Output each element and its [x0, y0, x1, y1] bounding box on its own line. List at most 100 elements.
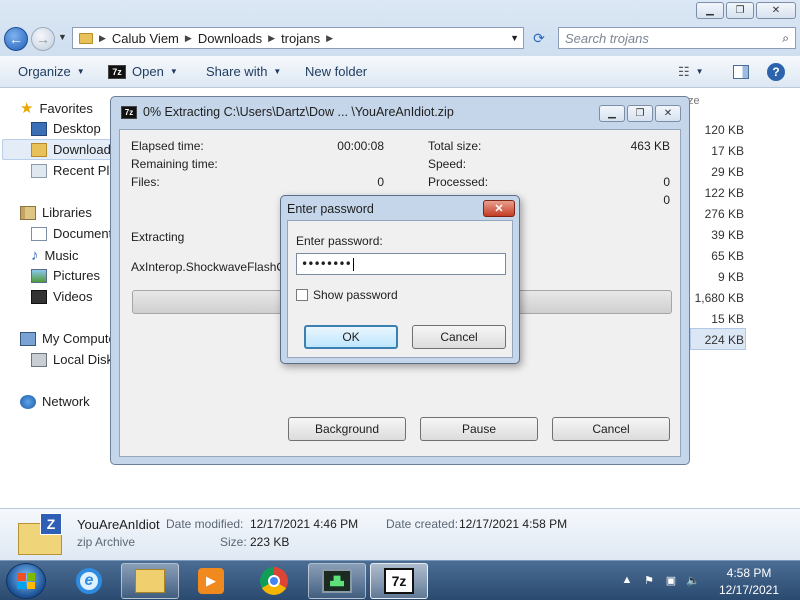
file-size[interactable]: 9 KB	[718, 270, 744, 284]
help-button[interactable]: ?	[767, 62, 785, 81]
chevron-right-icon[interactable]: ▶	[268, 33, 275, 44]
new-folder-button[interactable]: New folder	[305, 64, 367, 79]
file-size[interactable]: 65 KB	[711, 249, 744, 263]
explorer-titlebar: ▁ ❐ ✕ ← → ▼ ▶ Calub Viem ▶ Downloads ▶ t…	[0, 0, 800, 56]
nav-label: Documents	[53, 226, 119, 241]
nav-item-pictures[interactable]: Pictures	[31, 268, 100, 283]
breadcrumb-trojans[interactable]: trojans	[281, 31, 320, 46]
cancel-extract-button[interactable]: Cancel	[552, 417, 670, 441]
preview-pane-icon	[733, 64, 749, 79]
action-center-flag-icon[interactable]: ⚑	[642, 573, 656, 587]
processed-value: 0	[663, 175, 670, 189]
nav-label: Downloads	[53, 142, 118, 157]
maximize-button[interactable]: ❐	[627, 105, 653, 122]
change-view-button[interactable]: ☷ ▼	[678, 64, 704, 80]
file-size[interactable]: 17 KB	[711, 144, 744, 158]
nav-item-local-disk[interactable]: Local Disk (	[31, 352, 121, 367]
current-file-name: AxInterop.ShockwaveFlashObje	[131, 260, 302, 274]
nav-item-network[interactable]: Network	[20, 394, 90, 409]
forward-button[interactable]: →	[31, 27, 55, 51]
nav-item-computer[interactable]: My Compute	[20, 331, 116, 346]
chevron-down-icon: ▼	[273, 67, 282, 76]
new-folder-label: New folder	[305, 64, 368, 79]
refresh-icon: ⟳	[533, 29, 545, 46]
file-size[interactable]: 120 KB	[705, 123, 744, 137]
file-size[interactable]: 224 KB	[705, 333, 744, 347]
password-input[interactable]: ••••••••	[296, 253, 506, 275]
start-button[interactable]	[6, 563, 46, 599]
ok-button[interactable]: OK	[304, 325, 398, 349]
folder-icon	[79, 32, 93, 44]
preview-pane-button[interactable]	[733, 64, 749, 79]
network-icon	[20, 394, 36, 409]
file-size[interactable]: 15 KB	[711, 312, 744, 326]
password-dialog-title: Enter password	[287, 202, 374, 216]
search-icon[interactable]: ⌕	[782, 31, 789, 46]
taskbar-task-monitor[interactable]: ▟▙	[308, 563, 366, 599]
address-bar[interactable]: ▶ Calub Viem ▶ Downloads ▶ trojans ▶ ▼	[72, 27, 524, 49]
speed-label: Speed:	[428, 157, 467, 171]
search-input[interactable]: Search trojans ⌕	[558, 27, 796, 49]
taskbar-7zip[interactable]: 7z	[370, 563, 428, 599]
close-button[interactable]: ✕	[483, 200, 515, 217]
volume-icon[interactable]: 🔈	[686, 573, 700, 587]
taskbar-internet-explorer[interactable]: e	[60, 563, 118, 599]
back-button[interactable]: ←	[4, 27, 28, 51]
taskbar-chrome[interactable]	[245, 563, 303, 599]
show-hidden-icons-icon[interactable]: ▲	[620, 573, 634, 587]
arrow-left-icon: ←	[9, 31, 23, 47]
total-size-label: Total size:	[428, 139, 482, 153]
close-button[interactable]: ✕	[756, 2, 796, 19]
nav-item-downloads[interactable]: Downloads	[31, 142, 117, 157]
network-status-icon[interactable]: ▣	[664, 573, 678, 587]
nav-item-favorites[interactable]: ★ Favorites	[20, 99, 93, 117]
dialog-titlebar: 7z 0% Extracting C:\Users\Dartz\Dow ... …	[121, 105, 454, 119]
file-size[interactable]: 29 KB	[711, 165, 744, 179]
details-size: 223 KB	[250, 535, 290, 549]
file-size[interactable]: 1,680 KB	[695, 291, 744, 305]
recent-pages-dropdown[interactable]: ▼	[58, 32, 67, 42]
taskbar-windows-explorer[interactable]	[121, 563, 179, 599]
system-tray: ▲ ⚑ ▣ 🔈	[620, 573, 700, 587]
share-with-button[interactable]: Share with ▼	[206, 64, 281, 79]
open-label: Open	[132, 64, 164, 79]
chevron-right-icon[interactable]: ▶	[99, 33, 106, 44]
chevron-right-icon[interactable]: ▶	[326, 33, 333, 44]
7zip-icon: 7z	[108, 64, 126, 79]
windows-logo-icon	[17, 573, 35, 589]
breadcrumb-downloads[interactable]: Downloads	[198, 31, 262, 46]
nav-item-videos[interactable]: Videos	[31, 289, 93, 304]
minimize-button[interactable]: ▁	[696, 2, 724, 19]
taskbar-media-player[interactable]: ▶	[182, 563, 240, 599]
background-button[interactable]: Background	[288, 417, 406, 441]
nav-item-documents[interactable]: Documents	[31, 226, 119, 241]
taskbar: e ▶ ▟▙ 7z ▲ ⚑ ▣ 🔈 4:58 PM 12/17/2021	[0, 560, 800, 600]
chevron-down-icon: ▼	[169, 67, 178, 76]
pause-button[interactable]: Pause	[420, 417, 538, 441]
close-button[interactable]: ✕	[655, 105, 681, 122]
file-size[interactable]: 39 KB	[711, 228, 744, 242]
share-with-label: Share with	[206, 64, 268, 79]
chevron-down-icon[interactable]: ▼	[510, 33, 519, 43]
open-button[interactable]: 7z Open ▼	[108, 64, 178, 79]
files-label: Files:	[131, 175, 160, 189]
arrow-right-icon: →	[36, 31, 50, 47]
nav-item-libraries[interactable]: Libraries	[20, 205, 92, 220]
nav-item-desktop[interactable]: Desktop	[31, 121, 101, 136]
cancel-button[interactable]: Cancel	[412, 325, 506, 349]
minimize-button[interactable]: ▁	[599, 105, 625, 122]
show-password-label[interactable]: Show password	[313, 288, 398, 302]
refresh-button[interactable]: ⟳	[527, 27, 551, 49]
nav-item-music[interactable]: ♪ Music	[31, 247, 78, 264]
chevron-right-icon[interactable]: ▶	[185, 33, 192, 44]
details-date-created-label: Date created:	[386, 517, 459, 531]
nav-label: Libraries	[42, 205, 92, 220]
file-size[interactable]: 122 KB	[705, 186, 744, 200]
taskbar-clock[interactable]: 4:58 PM 12/17/2021	[706, 565, 792, 599]
organize-button[interactable]: Organize ▼	[18, 64, 85, 79]
file-size[interactable]: 276 KB	[705, 207, 744, 221]
task-manager-icon: ▟▙	[322, 569, 352, 593]
maximize-button[interactable]: ❐	[726, 2, 754, 19]
show-password-checkbox[interactable]	[296, 289, 308, 301]
breadcrumb-user[interactable]: Calub Viem	[112, 31, 179, 46]
